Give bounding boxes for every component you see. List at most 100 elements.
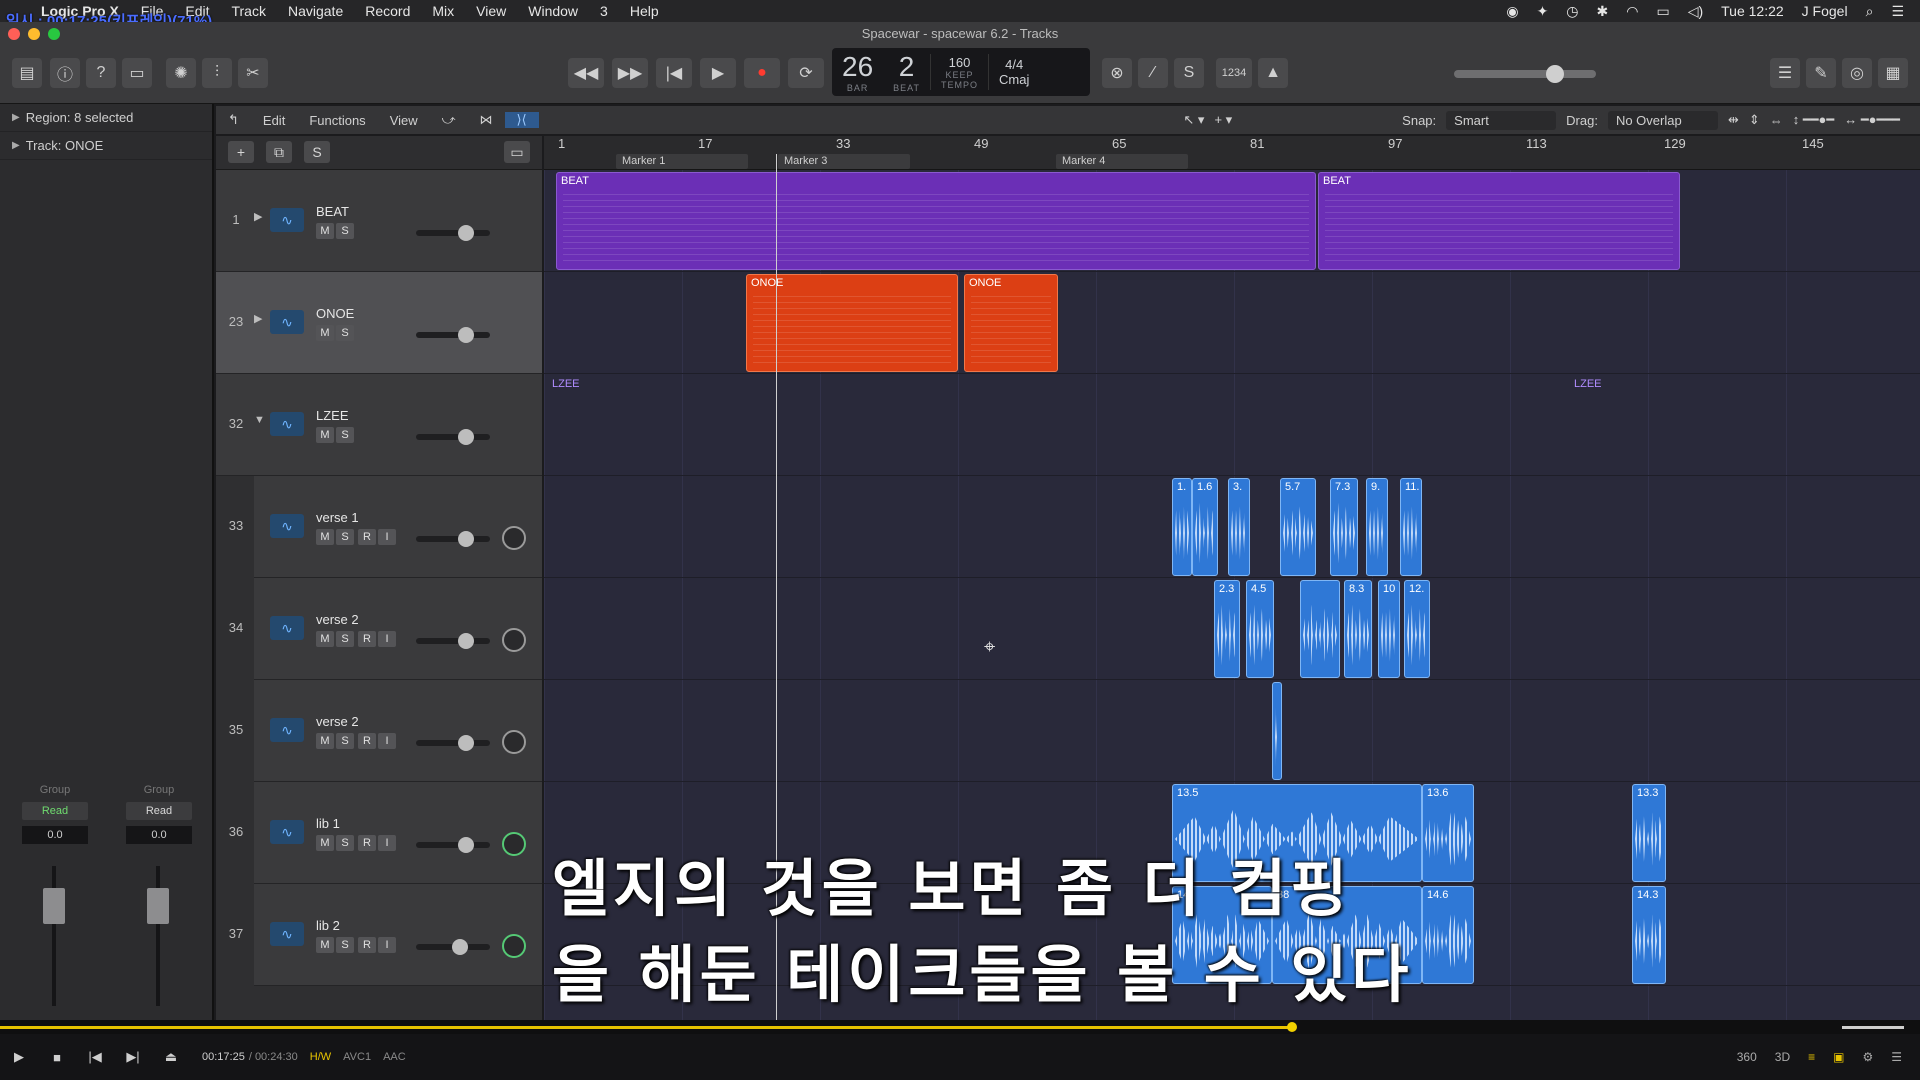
track-volume-slider[interactable] [416,531,490,547]
volume-value[interactable]: 0.0 [126,826,192,844]
list-editors-icon[interactable]: ☰ [1770,58,1800,88]
audio-region[interactable]: 10 [1378,580,1400,678]
audio-region[interactable]: 11. [1400,478,1422,576]
solo-button[interactable]: S [336,937,354,953]
bar-ruler[interactable]: 1 17 33 49 65 81 97 113 129 145 Marker 1… [544,136,1920,170]
flex-icon[interactable]: ⋈ [468,112,505,128]
notification-list-icon[interactable]: ☰ [1891,3,1904,20]
solo-button[interactable]: S [336,631,354,647]
dropbox-icon[interactable]: ✦ [1537,3,1549,20]
slider-knob[interactable] [458,225,474,241]
scissors-snap-icon[interactable]: ⟩⟨ [504,112,539,128]
menu-user[interactable]: J Fogel [1802,3,1848,19]
solo-icon[interactable]: S [1174,58,1204,88]
audio-region[interactable] [1272,682,1282,780]
player-play-button[interactable]: ▶ [0,1049,38,1065]
snap-select[interactable]: Smart [1446,110,1557,130]
browsers-icon[interactable]: ▦ [1878,58,1908,88]
pan-knob[interactable] [502,934,526,958]
track-volume-slider[interactable] [416,429,490,445]
volume-fader[interactable] [147,888,169,924]
vertical-zoom-slider[interactable]: ↕ ━━●━ [1793,112,1834,128]
automation-mode[interactable]: Read [126,802,192,820]
menu-3[interactable]: 3 [589,3,619,19]
record-enable-button[interactable]: R [358,835,376,851]
marker-4[interactable]: Marker 4 [1056,154,1188,169]
slider-knob[interactable] [458,531,474,547]
airplay-icon[interactable]: ▭ [1656,3,1669,20]
rewind-button[interactable]: ◀◀ [568,58,604,88]
audio-region[interactable]: 14.6 [1422,886,1474,984]
input-monitor-button[interactable]: I [378,529,396,545]
track-name[interactable]: verse 2 [316,714,359,729]
disclosure-triangle-icon[interactable]: ▶ [254,312,262,325]
go-to-start-button[interactable]: |◀ [656,58,692,88]
track-header-lzee[interactable]: 32 ▼ ∿ LZEE M S [216,374,542,476]
audio-region[interactable]: 1. [1172,478,1192,576]
player-menu-icon[interactable]: ☰ [1891,1050,1902,1064]
menu-record[interactable]: Record [354,3,421,19]
mute-button[interactable]: M [316,325,334,341]
solo-button[interactable]: S [336,223,354,239]
mute-button[interactable]: M [316,631,334,647]
inspector-icon[interactable]: ⓘ [50,58,80,88]
region-lzee-folder[interactable]: LZEE [1570,376,1630,396]
audio-region[interactable]: 1.6 [1192,478,1218,576]
add-track-button[interactable]: + [228,141,254,163]
smart-controls-icon[interactable]: ✺ [166,58,196,88]
track-header-beat[interactable]: 1 ▶ ∿ BEAT M S [216,170,542,272]
menu-help[interactable]: Help [619,3,670,19]
tuner-icon[interactable]: ⁄ [1138,58,1168,88]
region-lzee-folder[interactable]: LZEE [548,376,608,396]
mute-button[interactable]: M [316,937,334,953]
player-eject-button[interactable]: ⏏ [152,1049,190,1065]
marker-1[interactable]: Marker 1 [616,154,748,169]
master-volume-knob[interactable] [1546,65,1564,83]
track-header-verse-2[interactable]: 34 ∿ verse 2 M S R I [229,578,542,680]
audio-region[interactable]: 13.6 [1422,784,1474,882]
slider-knob[interactable] [458,837,474,853]
slider-knob[interactable] [458,327,474,343]
slider-knob[interactable] [452,939,468,955]
pan-knob[interactable] [502,628,526,652]
drag-select[interactable]: No Overlap [1607,110,1718,130]
toolbar-icon[interactable]: ▭ [122,58,152,88]
replace-icon[interactable]: ⊗ [1102,58,1132,88]
disclosure-triangle-icon[interactable]: ▼ [254,414,265,426]
audio-region[interactable] [1300,580,1340,678]
menu-clock[interactable]: Tue 12:22 [1721,3,1784,19]
disclosure-triangle-icon[interactable]: ▶ [254,210,262,223]
record-enable-button[interactable]: R [358,529,376,545]
player-previous-button[interactable]: |◀ [76,1049,114,1065]
master-volume-slider[interactable] [1454,65,1596,83]
horizontal-fit-icon[interactable]: ⇔ [1770,113,1783,128]
mute-button[interactable]: M [316,733,334,749]
player-next-button[interactable]: ▶| [114,1049,152,1065]
audio-region[interactable]: 2.3 [1214,580,1240,678]
audio-region[interactable]: 4.5 [1246,580,1274,678]
lcd-tempo[interactable]: 160 [949,55,971,70]
menu-track[interactable]: Track [220,3,276,19]
view-menu[interactable]: View [378,113,430,128]
track-header-onoe[interactable]: 23 ▶ ∿ ONOE M S [216,272,542,374]
vertical-fit-icon[interactable]: ⇕ [1749,112,1760,128]
audio-region[interactable]: 3. [1228,478,1250,576]
cycle-button[interactable]: ⟳ [788,58,824,88]
count-in-button[interactable]: 1234 [1216,58,1252,88]
track-name[interactable]: verse 1 [316,510,359,525]
track-name[interactable]: BEAT [316,204,349,219]
group-slot[interactable]: Group [144,784,175,796]
track-name[interactable]: ONOE [316,306,354,321]
pan-knob[interactable] [502,832,526,856]
video-progress-bar[interactable] [0,1020,1920,1034]
menu-mix[interactable]: Mix [421,3,465,19]
input-monitor-button[interactable]: I [378,937,396,953]
player-360-button[interactable]: 360 [1737,1050,1757,1064]
horizontal-zoom-slider[interactable]: ↔ ━●━━━ [1844,112,1900,128]
note-pad-icon[interactable]: ✎ [1806,58,1836,88]
track-volume-slider[interactable] [416,633,490,649]
disclosure-triangle-icon[interactable]: ▶ [12,112,20,123]
spotlight-search-icon[interactable]: ⌕ [1866,3,1874,20]
progress-knob[interactable] [1287,1022,1297,1032]
wifi-icon[interactable]: ◠ [1626,3,1638,20]
